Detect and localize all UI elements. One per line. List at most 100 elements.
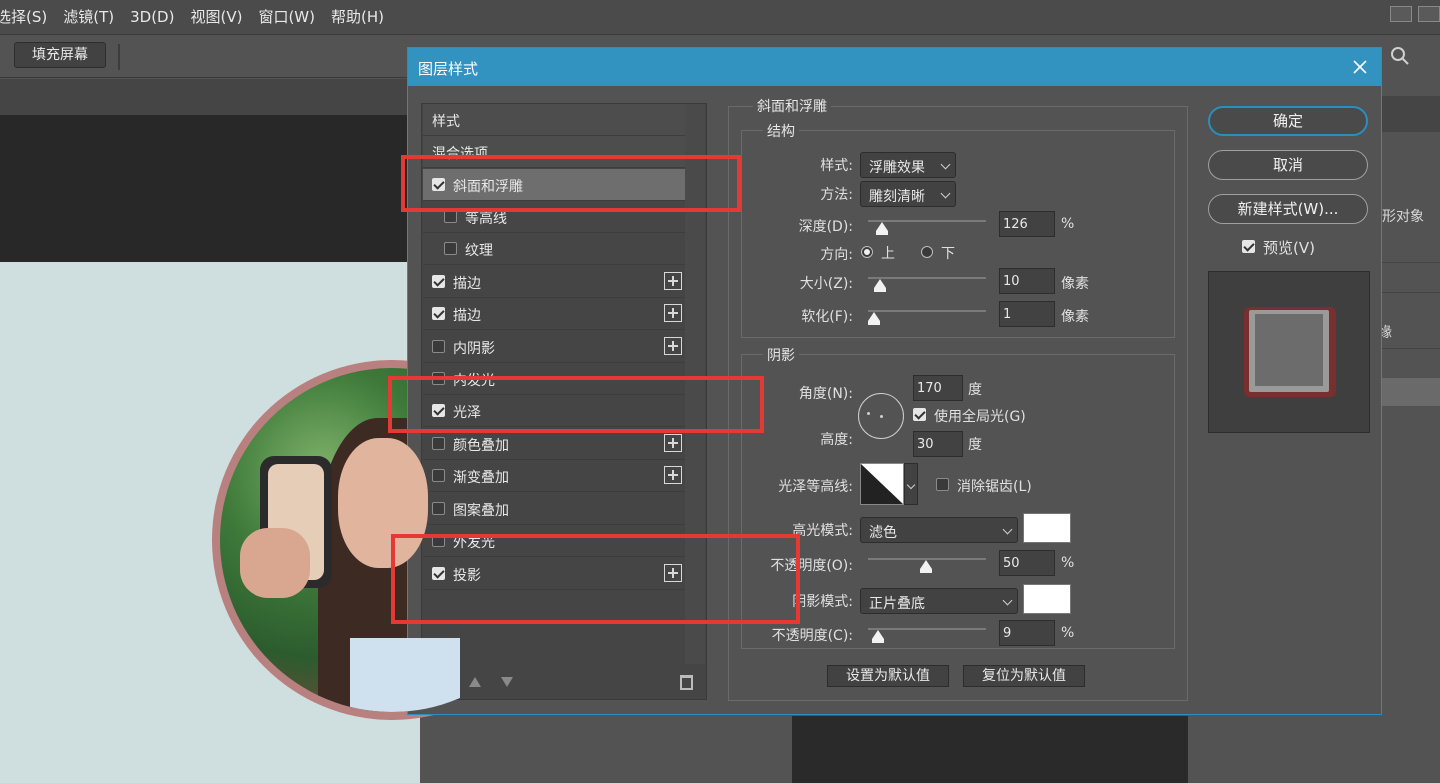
list-item-texture[interactable]: 纹理	[423, 233, 686, 265]
chevron-down-icon	[940, 188, 951, 199]
list-item-stroke-2[interactable]: 描边	[423, 298, 686, 330]
search-icon[interactable]	[1390, 46, 1410, 66]
shadow-color-swatch[interactable]	[1023, 584, 1071, 614]
shadow-mode-dropdown[interactable]: 正片叠底	[860, 588, 1018, 614]
menu-3d[interactable]: 3D(D)	[122, 0, 182, 34]
canvas-background	[0, 115, 420, 262]
menu-select[interactable]: 选择(S)	[0, 0, 55, 34]
global-light-checkbox[interactable]	[913, 408, 926, 421]
add-icon[interactable]	[664, 466, 682, 484]
make-default-button[interactable]: 设置为默认值	[827, 665, 949, 687]
soften-label: 软化(F):	[801, 309, 853, 325]
size-label: 大小(Z):	[799, 276, 853, 292]
checkbox-color-overlay[interactable]	[432, 437, 445, 450]
list-item-stroke-1[interactable]: 描边	[423, 266, 686, 298]
direction-up-radio[interactable]	[861, 246, 873, 258]
panel-text: 形对象	[1382, 209, 1424, 225]
anti-aliased-label: 消除锯齿(L)	[957, 479, 1032, 495]
gloss-contour-dropdown[interactable]	[904, 463, 918, 505]
style-preview	[1208, 271, 1370, 433]
section-title: 斜面和浮雕	[753, 96, 831, 116]
menu-bar: 选择(S) 滤镜(T) 3D(D) 视图(V) 窗口(W) 帮助(H)	[0, 0, 1440, 34]
ok-button[interactable]: 确定	[1208, 106, 1368, 136]
angle-unit: 度	[968, 382, 982, 398]
highlight-opacity-input[interactable]: 50	[999, 550, 1055, 576]
chevron-down-icon	[906, 480, 916, 490]
direction-down-radio[interactable]	[921, 246, 933, 258]
checkbox-inner-shadow[interactable]	[432, 340, 445, 353]
annotation-box-satin	[388, 376, 764, 433]
preview-checkbox[interactable]	[1242, 240, 1255, 253]
trash-icon[interactable]	[680, 675, 693, 690]
checkbox-gradient-overlay[interactable]	[432, 469, 445, 482]
dropdown-value: 雕刻清晰	[869, 189, 925, 205]
list-item-inner-shadow[interactable]: 内阴影	[423, 331, 686, 363]
shadow-opacity-slider[interactable]	[868, 628, 986, 630]
list-item-label: 图案叠加	[453, 503, 509, 519]
soften-input[interactable]: 1	[999, 301, 1055, 327]
list-item-gradient-overlay[interactable]: 渐变叠加	[423, 460, 686, 492]
toolbar-divider	[118, 44, 120, 70]
global-light-label: 使用全局光(G)	[934, 409, 1026, 425]
fill-screen-button[interactable]: 填充屏幕	[14, 42, 106, 68]
preview-label: 预览(V)	[1263, 239, 1315, 257]
size-slider-thumb[interactable]	[874, 279, 886, 292]
checkbox-stroke-1[interactable]	[432, 275, 445, 288]
technique-label: 方法:	[820, 187, 853, 203]
altitude-unit: 度	[968, 437, 982, 453]
list-header-styles[interactable]: 样式	[423, 104, 686, 136]
angle-input[interactable]: 170	[913, 375, 963, 401]
list-item-label: 描边	[453, 308, 481, 324]
move-up-icon[interactable]	[469, 677, 481, 687]
dropdown-value: 浮雕效果	[869, 160, 925, 176]
technique-dropdown[interactable]: 雕刻清晰	[860, 181, 956, 207]
new-style-button[interactable]: 新建样式(W)...	[1208, 194, 1368, 224]
menu-help[interactable]: 帮助(H)	[323, 0, 392, 34]
move-down-icon[interactable]	[501, 677, 513, 687]
depth-unit: %	[1061, 216, 1075, 232]
panel-selected-row[interactable]	[1382, 378, 1440, 406]
add-icon[interactable]	[664, 337, 682, 355]
depth-input[interactable]: 126	[999, 211, 1055, 237]
menu-window[interactable]: 窗口(W)	[250, 0, 323, 34]
checkbox-stroke-2[interactable]	[432, 307, 445, 320]
direction-label: 方向:	[820, 247, 853, 263]
panel-divider	[1382, 262, 1440, 263]
dropdown-value: 滤色	[869, 525, 897, 541]
add-icon[interactable]	[664, 304, 682, 322]
angle-dial-dot	[867, 412, 870, 415]
menu-filter[interactable]: 滤镜(T)	[55, 0, 122, 34]
dropdown-value: 正片叠底	[869, 596, 925, 612]
size-input[interactable]: 10	[999, 268, 1055, 294]
anti-aliased-checkbox[interactable]	[936, 478, 949, 491]
soften-slider-thumb[interactable]	[868, 312, 880, 325]
gloss-contour-preview[interactable]	[860, 463, 904, 505]
canvas-dark-region	[792, 716, 1192, 783]
structure-title: 结构	[763, 121, 799, 141]
minimize-icon[interactable]	[1390, 6, 1412, 22]
restore-icon[interactable]	[1418, 6, 1440, 22]
depth-slider-thumb[interactable]	[876, 222, 888, 235]
menu-view[interactable]: 视图(V)	[182, 0, 250, 34]
highlight-mode-dropdown[interactable]: 滤色	[860, 517, 1018, 543]
list-item-pattern-overlay[interactable]: 图案叠加	[423, 493, 686, 525]
highlight-opacity-thumb[interactable]	[920, 560, 932, 573]
cancel-button[interactable]: 取消	[1208, 150, 1368, 180]
checkbox-pattern-overlay[interactable]	[432, 502, 445, 515]
add-icon[interactable]	[664, 434, 682, 452]
highlight-color-swatch[interactable]	[1023, 513, 1071, 543]
shadow-opacity-thumb[interactable]	[872, 630, 884, 643]
style-dropdown[interactable]: 浮雕效果	[860, 152, 956, 178]
close-icon[interactable]	[1348, 55, 1372, 79]
shadow-opacity-input[interactable]: 9	[999, 620, 1055, 646]
size-unit: 像素	[1061, 276, 1089, 292]
list-item-label: 纹理	[465, 243, 493, 259]
soften-slider[interactable]	[868, 310, 986, 312]
dialog-titlebar[interactable]: 图层样式	[408, 48, 1381, 86]
dialog-title: 图层样式	[418, 60, 479, 78]
checkbox-texture[interactable]	[444, 242, 457, 255]
gloss-contour-label: 光泽等高线:	[778, 479, 853, 495]
add-icon[interactable]	[664, 272, 682, 290]
reset-default-button[interactable]: 复位为默认值	[963, 665, 1085, 687]
altitude-input[interactable]: 30	[913, 431, 963, 457]
